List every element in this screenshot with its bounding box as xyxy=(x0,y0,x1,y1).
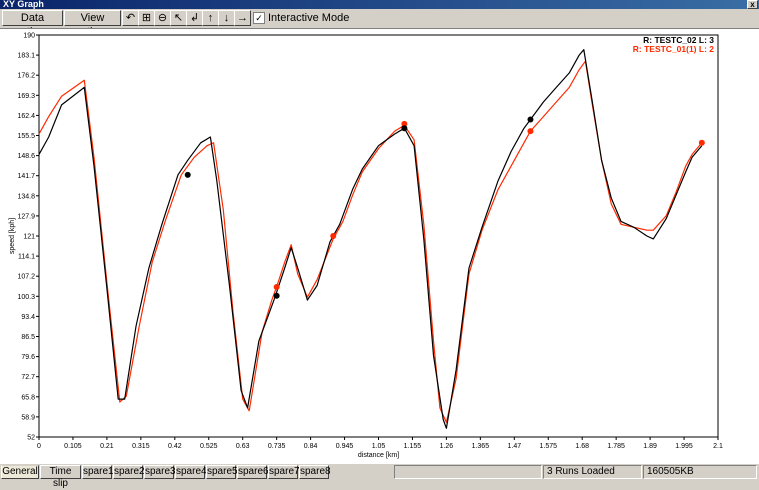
zoom-reset-icon[interactable]: ↶ xyxy=(126,12,135,24)
pan-left-button[interactable]: ↲ xyxy=(186,10,203,26)
tab-general[interactable]: General xyxy=(1,465,39,479)
y-tick-label: 162.4 xyxy=(17,113,35,120)
close-button[interactable]: x xyxy=(747,0,758,9)
y-tick-label: 79.6 xyxy=(21,354,35,361)
y-axis-label: speed [kph] xyxy=(9,218,16,254)
y-tick-label: 58.9 xyxy=(21,414,35,421)
interactive-mode-toggle[interactable]: ✓ Interactive Mode xyxy=(253,12,349,25)
y-tick-label: 169.3 xyxy=(17,93,35,100)
xy-graph-panel[interactable]: 190 183.1 176.2 169.3 162.4 155.5 148.6 141.7 13… xyxy=(0,28,759,464)
y-tick-label: 100.3 xyxy=(17,294,35,301)
title-bar: XY Graph x xyxy=(0,0,759,9)
x-tick-label: 1.575 xyxy=(539,443,557,450)
y-tick-label: 183.1 xyxy=(17,53,35,60)
y-tick-label: 190 xyxy=(23,33,35,40)
data-options-button[interactable]: Data options xyxy=(2,10,63,38)
x-tick-label: 0.315 xyxy=(132,443,150,450)
zoom-out-button[interactable]: ⊖ xyxy=(154,10,171,26)
y-tick-label: 52 xyxy=(27,435,35,442)
y-tick-label: 141.7 xyxy=(17,173,35,180)
xy-chart[interactable]: 190 183.1 176.2 169.3 162.4 155.5 148.6 141.7 13… xyxy=(0,29,759,464)
x-tick-label: 1.26 xyxy=(440,443,454,450)
view-options-button[interactable]: View options xyxy=(64,10,121,38)
tab-spare8[interactable]: spare8 xyxy=(299,465,331,479)
pan-right-icon[interactable]: → xyxy=(237,12,248,24)
x-tick-label: 1.05 xyxy=(372,443,386,450)
window-title: XY Graph xyxy=(3,0,44,9)
zoom-box-icon[interactable]: ⊞ xyxy=(142,12,151,24)
status-memory: 160505KB xyxy=(643,465,757,479)
x-tick-label: 0.735 xyxy=(268,443,286,450)
close-icon[interactable]: x xyxy=(750,0,754,9)
tab-spare6[interactable]: spare6 xyxy=(237,465,269,479)
x-tick-label: 1.155 xyxy=(404,443,422,450)
status-runs-loaded: 3 Runs Loaded xyxy=(543,465,642,479)
x-tick-label: 1.89 xyxy=(643,443,657,450)
data-marker[interactable] xyxy=(527,116,534,123)
data-marker[interactable] xyxy=(527,128,534,135)
tab-spare2[interactable]: spare2 xyxy=(113,465,145,479)
x-tick-label: 0.21 xyxy=(100,443,114,450)
x-axis-label: distance [km] xyxy=(358,452,399,459)
plot-area xyxy=(38,34,719,438)
data-marker[interactable] xyxy=(401,125,408,132)
x-tick-label: 2.1 xyxy=(713,443,723,450)
y-tick-label: 65.8 xyxy=(21,394,35,401)
y-tick-label: 86.5 xyxy=(21,334,35,341)
pan-left-icon[interactable]: ↲ xyxy=(190,12,199,24)
x-tick-label: 0.105 xyxy=(64,443,82,450)
y-tick-label: 155.5 xyxy=(17,133,35,140)
x-tick-label: 1.68 xyxy=(575,443,589,450)
data-marker[interactable] xyxy=(273,292,280,299)
tab-spare7[interactable]: spare7 xyxy=(268,465,300,479)
tab-spare4[interactable]: spare4 xyxy=(175,465,207,479)
data-marker[interactable] xyxy=(330,233,337,239)
pan-up-icon[interactable]: ↑ xyxy=(208,12,214,24)
pan-down-button[interactable]: ↓ xyxy=(218,10,235,26)
data-marker[interactable] xyxy=(273,283,280,290)
tab-spare1[interactable]: spare1 xyxy=(82,465,114,479)
zoom-out-icon[interactable]: ⊖ xyxy=(158,12,167,24)
bottom-bar: General Time slip spare1 spare2 spare3 spare4… xyxy=(0,464,759,489)
pan-right-button[interactable]: → xyxy=(234,10,251,26)
y-tick-label: 148.6 xyxy=(17,153,35,160)
y-tick-label: 114.1 xyxy=(18,254,35,261)
x-tick-label: 0.84 xyxy=(304,443,318,450)
tab-spare3[interactable]: spare3 xyxy=(144,465,176,479)
tab-time-slip[interactable]: Time slip xyxy=(40,465,81,489)
x-tick-label: 1.995 xyxy=(675,443,693,450)
interactive-mode-label: Interactive Mode xyxy=(268,12,350,24)
y-tick-label: 107.2 xyxy=(17,274,35,281)
x-tick-label: 0.63 xyxy=(236,443,250,450)
x-tick-label: 1.785 xyxy=(607,443,625,450)
y-tick-label: 93.4 xyxy=(21,314,35,321)
data-marker[interactable] xyxy=(698,139,705,146)
interactive-mode-checkbox[interactable]: ✓ xyxy=(253,12,265,25)
zoom-box-button[interactable]: ⊞ xyxy=(138,10,155,26)
toolbar: Data options View options ↶ ⊞ ⊖ ↖ ↲ ↑ ↓ → ✓Inte… xyxy=(0,9,759,38)
data-marker[interactable] xyxy=(184,171,191,178)
status-empty-panel xyxy=(394,465,542,479)
x-tick-label: 1.47 xyxy=(507,443,521,450)
zoom-select-icon[interactable]: ↖ xyxy=(174,12,183,24)
y-tick-label: 72.7 xyxy=(21,374,35,381)
y-tick-label: 176.2 xyxy=(17,73,35,80)
y-tick-label: 134.8 xyxy=(17,193,35,200)
pan-up-button[interactable]: ↑ xyxy=(202,10,219,26)
y-tick-label: 121 xyxy=(23,234,35,241)
x-tick-label: 0.42 xyxy=(168,443,182,450)
zoom-reset-button[interactable]: ↶ xyxy=(122,10,139,26)
legend-entry: R: TESTC_01(1) L: 2 xyxy=(633,44,715,54)
x-tick-label: 0 xyxy=(37,443,41,450)
pan-down-icon[interactable]: ↓ xyxy=(224,12,230,24)
y-tick-label: 127.9 xyxy=(17,213,35,220)
zoom-select-button[interactable]: ↖ xyxy=(170,10,187,26)
x-tick-label: 0.525 xyxy=(200,443,218,450)
x-tick-label: 0.945 xyxy=(336,443,354,450)
tab-spare5[interactable]: spare5 xyxy=(206,465,238,479)
x-tick-label: 1.365 xyxy=(472,443,490,450)
